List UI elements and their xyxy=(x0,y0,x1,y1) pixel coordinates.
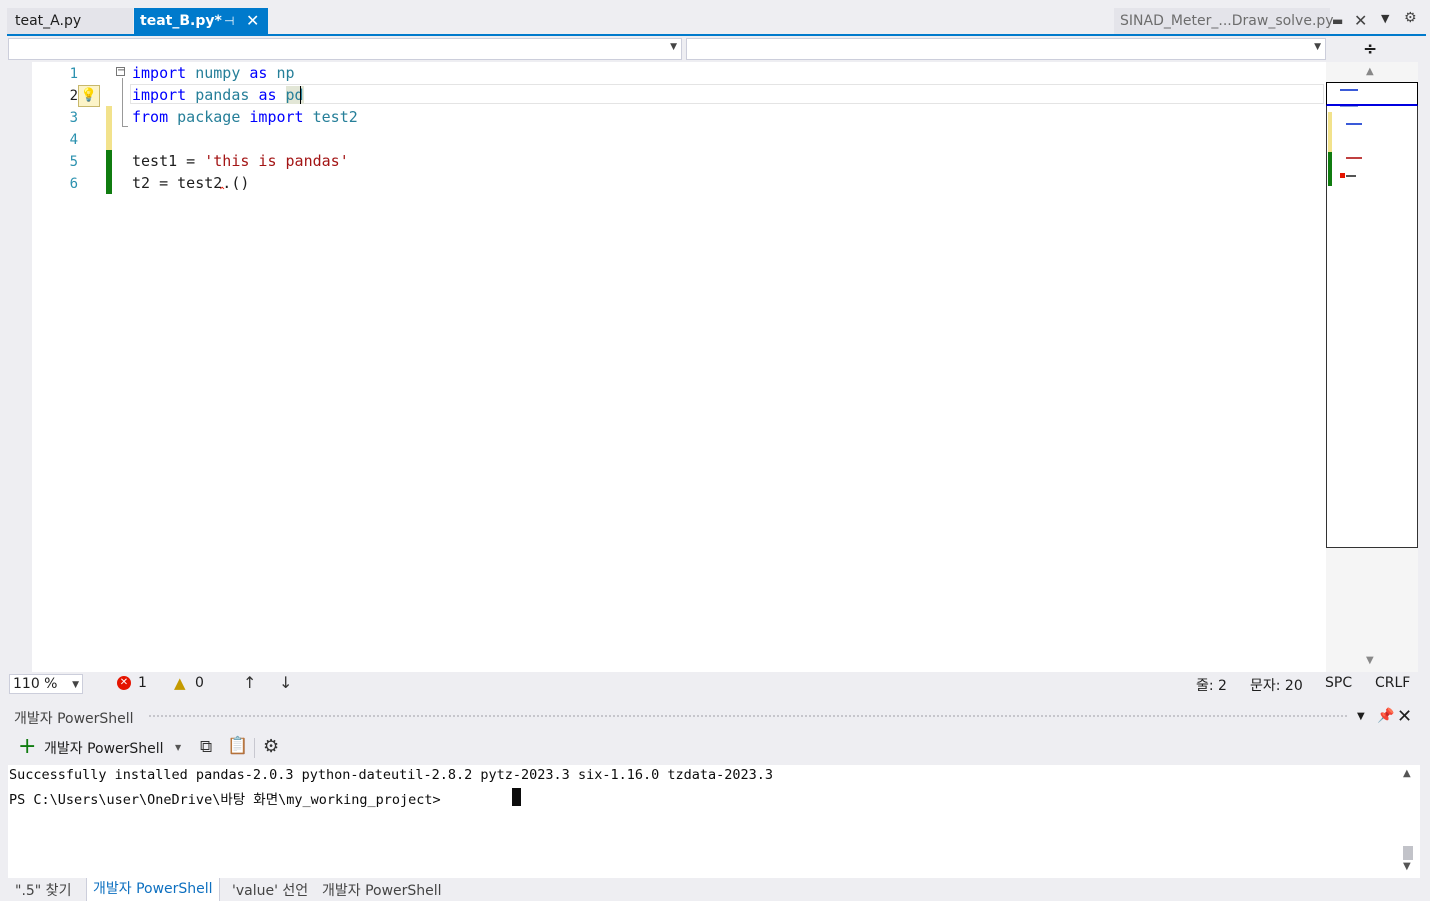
scroll-down-icon[interactable]: ▼ xyxy=(1366,655,1374,666)
line-ending-indicator[interactable]: CRLF xyxy=(1375,675,1410,691)
code-line-3[interactable]: from package import test2 xyxy=(132,106,358,128)
split-window-icon[interactable]: ÷ xyxy=(1363,39,1377,59)
panel-grip[interactable] xyxy=(148,714,1348,719)
text-caret xyxy=(300,86,301,104)
error-count[interactable]: 1 xyxy=(138,675,147,691)
line-number: 4 xyxy=(69,132,78,148)
error-squiggle: ⌃ xyxy=(218,186,227,197)
scroll-down-icon[interactable]: ▼ xyxy=(1403,861,1411,872)
lightbulb-icon[interactable]: 💡 xyxy=(78,85,100,107)
minimap-code-line xyxy=(1346,175,1356,177)
line-number: 6 xyxy=(69,176,78,192)
active-tab-underline xyxy=(7,34,1426,36)
chevron-down-icon: ▼ xyxy=(1314,42,1321,52)
copy-icon[interactable]: ⧉ xyxy=(200,737,212,757)
terminal-prompt: PS C:\Users\user\OneDrive\바탕 화면\my_worki… xyxy=(9,792,449,808)
pin-icon[interactable]: ▬ xyxy=(1332,8,1343,34)
minimap-code-line xyxy=(1346,157,1362,159)
close-icon[interactable]: ✕ xyxy=(246,8,259,34)
arrow-down-icon[interactable]: ↓ xyxy=(279,673,292,692)
tab-developer-powershell-2[interactable]: 개발자 PowerShell xyxy=(322,880,442,900)
line-number: 2 xyxy=(69,88,78,104)
current-line-highlight xyxy=(130,84,1324,104)
pin-icon[interactable]: ⊣ xyxy=(224,8,234,34)
line-number: 3 xyxy=(69,110,78,126)
close-icon[interactable]: ✕ xyxy=(1354,8,1367,34)
saved-change-marker xyxy=(106,150,112,194)
terminal-cursor xyxy=(512,788,521,806)
line-number: 1 xyxy=(69,66,78,82)
tab-teat-a[interactable]: teat_A.py xyxy=(7,8,133,34)
cursor-column-indicator[interactable]: 문자: 20 xyxy=(1250,675,1303,695)
minimap-code-line xyxy=(1346,123,1362,125)
zoom-dropdown[interactable]: 110 % ▼ xyxy=(9,674,83,694)
tab-value-declaration[interactable]: 'value' 선언 xyxy=(232,880,308,900)
gear-icon[interactable]: ⚙ xyxy=(263,736,279,757)
code-line-5[interactable]: test1 = 'this is pandas' xyxy=(132,150,349,172)
tab-overflow-chevron-icon[interactable]: ▼ xyxy=(1381,12,1389,25)
code-line-1[interactable]: import numpy as np xyxy=(132,62,295,84)
minimap-viewport[interactable] xyxy=(1326,82,1418,106)
scroll-up-icon[interactable]: ▲ xyxy=(1366,66,1374,77)
paste-icon[interactable]: 📋 xyxy=(227,736,248,756)
scroll-up-icon[interactable]: ▲ xyxy=(1403,768,1411,779)
minimap-change-marker xyxy=(1328,152,1332,186)
terminal-line: Successfully installed pandas-2.0.3 pyth… xyxy=(9,767,774,783)
minimap-unsaved-marker xyxy=(1328,112,1332,152)
scope-dropdown[interactable]: ▼ xyxy=(8,38,682,60)
tab-label: SINAD_Meter_...Draw_solve.py xyxy=(1120,13,1334,29)
tab-label: teat_B.py* xyxy=(140,13,222,29)
minimap-error-marker xyxy=(1340,173,1345,178)
pin-icon[interactable]: 📌 xyxy=(1377,708,1394,724)
unsaved-change-marker xyxy=(106,106,112,150)
chevron-down-icon: ▼ xyxy=(670,42,677,52)
cursor-line-indicator[interactable]: 줄: 2 xyxy=(1196,675,1227,695)
terminal-profile-button[interactable]: 개발자 PowerShell xyxy=(44,738,164,758)
arrow-up-icon[interactable]: ↑ xyxy=(243,673,256,692)
tab-find-results[interactable]: ".5" 찾기 xyxy=(15,880,71,900)
selection-margin xyxy=(8,62,32,672)
plus-icon[interactable]: + xyxy=(18,734,36,759)
warning-count[interactable]: 0 xyxy=(195,675,204,691)
code-line-2[interactable]: import pandas as pd xyxy=(132,84,304,106)
indent-mode-indicator[interactable]: SPC xyxy=(1325,675,1352,691)
toolbar-separator xyxy=(254,738,255,758)
gear-icon[interactable]: ⚙ xyxy=(1404,10,1417,26)
member-dropdown[interactable]: ▼ xyxy=(686,38,1326,60)
scrollbar-thumb[interactable] xyxy=(1403,846,1413,860)
warning-triangle-icon[interactable]: ▲ xyxy=(174,674,186,692)
close-icon[interactable]: ✕ xyxy=(1397,706,1412,727)
minimap-preview[interactable] xyxy=(1326,82,1418,548)
chevron-down-icon[interactable]: ▼ xyxy=(175,743,181,752)
chevron-down-icon[interactable]: ▼ xyxy=(1357,711,1365,722)
line-number: 5 xyxy=(69,154,78,170)
tab-developer-powershell[interactable]: 개발자 PowerShell xyxy=(86,878,220,901)
chevron-down-icon: ▼ xyxy=(72,680,79,690)
fold-guide xyxy=(122,78,123,126)
tab-label: teat_A.py xyxy=(15,13,82,29)
code-line-6[interactable]: t2 = test2.() xyxy=(132,172,249,194)
tab-sinad-meter[interactable]: SINAD_Meter_...Draw_solve.py ▬ ✕ xyxy=(1114,8,1367,34)
panel-title: 개발자 PowerShell xyxy=(14,711,134,727)
minus-box-icon[interactable]: − xyxy=(116,66,125,76)
fold-guide-end xyxy=(122,126,128,127)
error-circle-icon[interactable]: ✕ xyxy=(117,676,131,690)
tab-teat-b[interactable]: teat_B.py* ⊣ ✕ xyxy=(134,8,268,34)
